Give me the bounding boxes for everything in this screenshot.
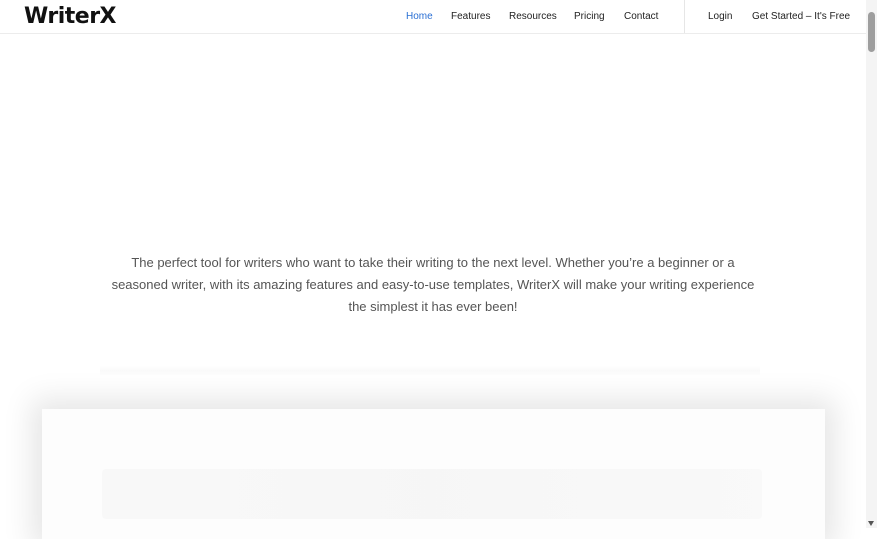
nav-home[interactable]: Home (406, 11, 433, 23)
product-preview-card (42, 409, 825, 539)
main-nav: Home Features Resources Pricing Contact … (0, 11, 866, 25)
scroll-down-arrow-icon[interactable] (868, 521, 874, 526)
nav-features[interactable]: Features (451, 11, 490, 23)
section-fade (100, 366, 760, 376)
nav-pricing[interactable]: Pricing (574, 11, 605, 23)
hero-description: The perfect tool for writers who want to… (96, 252, 770, 318)
nav-resources[interactable]: Resources (509, 11, 557, 23)
scrollbar-thumb[interactable] (868, 12, 875, 52)
hero-line-2: seasoned writer, with its amazing featur… (111, 277, 755, 292)
page-scrollbar[interactable] (866, 0, 877, 528)
preview-placeholder (102, 469, 762, 519)
get-started-button[interactable]: Get Started – It's Free (752, 11, 850, 23)
hero-line-1: The perfect tool for writers who want to… (131, 255, 735, 270)
login-link[interactable]: Login (708, 11, 732, 23)
nav-divider (684, 0, 685, 33)
hero-line-3: the simplest it has ever been! (348, 299, 518, 314)
nav-contact[interactable]: Contact (624, 11, 658, 23)
site-header: WriterX Home Features Resources Pricing … (0, 0, 866, 34)
